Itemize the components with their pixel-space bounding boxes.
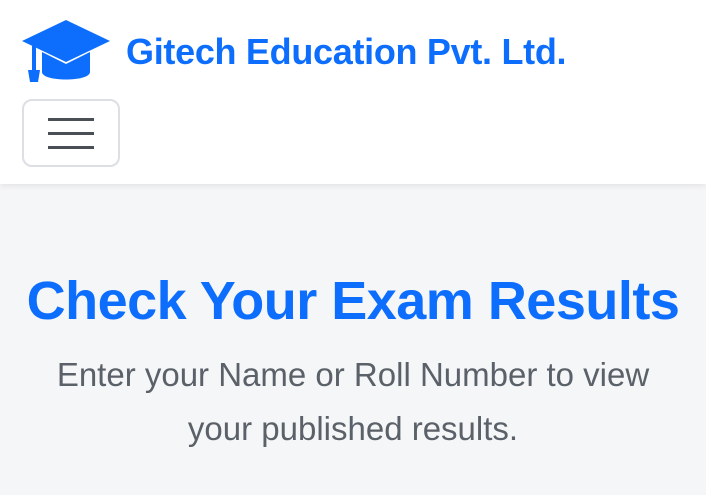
navbar: Gitech Education Pvt. Ltd. <box>0 0 706 184</box>
menu-toggle-button[interactable] <box>22 99 120 167</box>
hamburger-menu-icon <box>48 118 94 149</box>
page-subtitle: Enter your Name or Roll Number to view y… <box>56 356 650 447</box>
brand-link[interactable]: Gitech Education Pvt. Ltd. <box>20 18 567 86</box>
hero-section: Check Your Exam Results Enter your Name … <box>0 184 706 495</box>
brand-name: Gitech Education Pvt. Ltd. <box>126 31 567 72</box>
graduation-cap-icon <box>22 20 110 82</box>
page-title: Check Your Exam Results <box>26 271 680 331</box>
